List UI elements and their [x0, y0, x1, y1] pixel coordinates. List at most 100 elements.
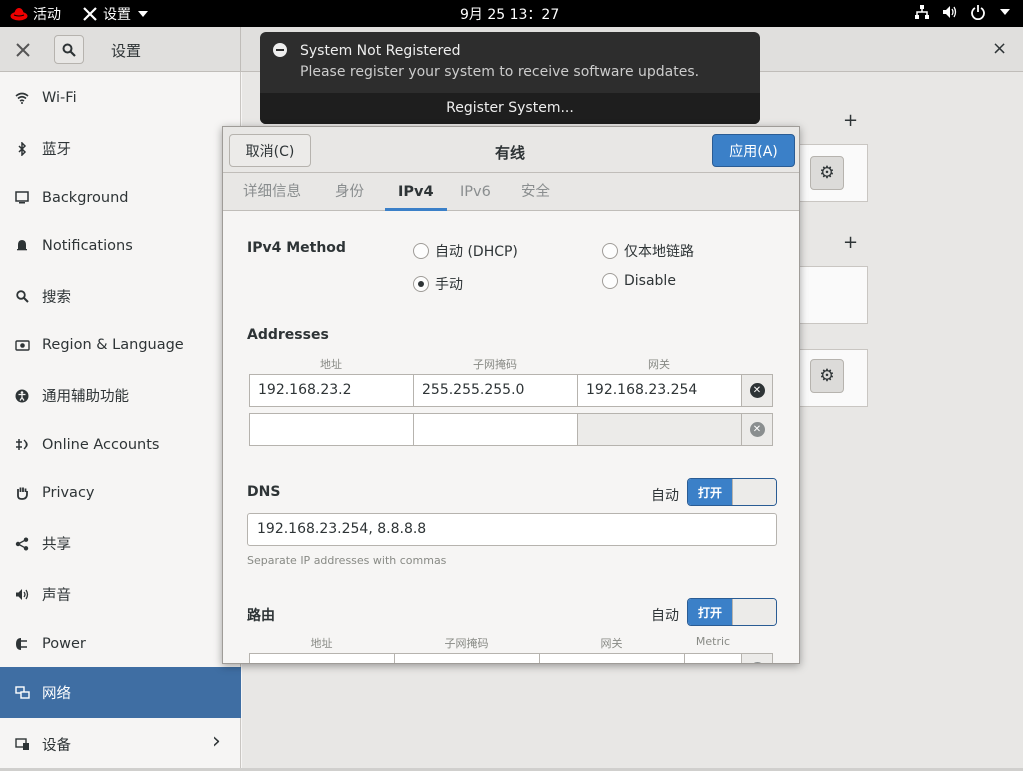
column-header-address: 地址	[320, 358, 342, 371]
notification-body: Please register your system to receive s…	[300, 64, 700, 80]
activities-label: 活动	[33, 7, 61, 23]
radio-auto-dhcp[interactable]: 自动 (DHCP)	[413, 241, 518, 261]
route-address-field[interactable]	[249, 653, 395, 663]
switch-on-label: 打开	[688, 479, 732, 505]
gateway-field[interactable]: 192.168.23.254	[577, 374, 742, 407]
sidebar-item-background[interactable]: Background	[0, 172, 241, 223]
power-icon	[971, 5, 985, 20]
delete-address-button[interactable]: ✕	[741, 413, 773, 446]
dns-auto-switch[interactable]: 打开	[687, 478, 777, 506]
column-header-netmask: 子网掩码	[444, 637, 489, 650]
online-accounts-icon	[14, 437, 30, 453]
sidebar-item-label: Online Accounts	[42, 436, 160, 453]
radio-disable[interactable]: Disable	[602, 273, 676, 289]
share-icon	[14, 536, 30, 552]
radio-link-local[interactable]: 仅本地链路	[602, 241, 694, 261]
sidebar-item-label: Region & Language	[42, 336, 184, 353]
bluetooth-icon	[14, 141, 30, 157]
netmask-field[interactable]	[413, 413, 578, 446]
radio-circle-selected	[413, 276, 429, 292]
search-button[interactable]	[54, 35, 84, 64]
route-gateway-field[interactable]	[539, 653, 685, 663]
sidebar-title: 设置	[111, 42, 142, 60]
gear-icon[interactable]: ⚙	[810, 156, 844, 190]
close-circle-icon: ✕	[749, 422, 765, 437]
dns-input[interactable]: 192.168.23.254, 8.8.8.8	[247, 513, 777, 546]
sidebar-item-online-accounts[interactable]: Online Accounts	[0, 419, 241, 470]
gear-icon[interactable]: ⚙	[810, 359, 844, 393]
close-icon[interactable]: ×	[992, 38, 1007, 59]
address-field[interactable]	[249, 413, 414, 446]
column-header-netmask: 子网掩码	[473, 358, 517, 371]
wifi-icon	[14, 90, 30, 106]
accessibility-icon	[14, 388, 30, 404]
sidebar-item-label: 网络	[42, 686, 71, 702]
add-vpn-icon[interactable]: +	[843, 232, 858, 253]
sidebar-item-region-language[interactable]: Region & Language	[0, 319, 241, 370]
delete-address-button[interactable]: ✕	[741, 374, 773, 407]
notification-title: System Not Registered	[300, 43, 461, 59]
sidebar-item-network[interactable]: 网络	[0, 667, 241, 718]
apply-button[interactable]: 应用(A)	[712, 134, 795, 167]
radio-label: 手动	[435, 277, 463, 293]
chevron-down-icon	[138, 11, 148, 17]
add-connection-icon[interactable]: +	[843, 110, 858, 131]
routes-auto-label: 自动	[651, 608, 679, 624]
hand-icon	[14, 485, 30, 501]
register-system-button[interactable]: Register System...	[260, 93, 760, 124]
dialog-title: 有线	[495, 144, 526, 162]
sidebar-item-label: Privacy	[42, 484, 95, 501]
tab-details[interactable]: 详细信息	[243, 173, 301, 211]
sidebar-item-wifi[interactable]: Wi-Fi	[0, 72, 241, 123]
tab-security[interactable]: 安全	[521, 173, 550, 211]
routes-auto-switch[interactable]: 打开	[687, 598, 777, 626]
notification-banner: System Not Registered Please register yo…	[260, 32, 760, 124]
sidebar-item-bluetooth[interactable]: 蓝牙	[0, 123, 241, 174]
route-netmask-field[interactable]	[394, 653, 540, 663]
tools-button[interactable]	[8, 35, 38, 64]
tab-ipv6[interactable]: IPv6	[460, 173, 491, 211]
tab-identity[interactable]: 身份	[335, 173, 364, 211]
sidebar-item-label: Background	[42, 189, 129, 206]
network-icon	[14, 685, 30, 701]
sidebar-item-search[interactable]: 搜索	[0, 271, 241, 322]
cancel-button[interactable]: 取消(C)	[229, 134, 311, 167]
volume-icon	[943, 6, 957, 18]
gateway-field[interactable]	[577, 413, 742, 446]
routes-label: 路由	[247, 608, 275, 624]
clock[interactable]: 9月 25 13：27	[460, 4, 559, 24]
dialog-tabs: 详细信息 身份 IPv4 IPv6 安全	[223, 173, 799, 211]
sidebar-item-label: Power	[42, 635, 86, 652]
tools-icon	[16, 42, 30, 57]
top-bar: 活动 设置 9月 25 13：27	[0, 0, 1023, 27]
netmask-field[interactable]: 255.255.255.0	[413, 374, 578, 407]
switch-knob	[732, 599, 776, 625]
sidebar-item-notifications[interactable]: Notifications	[0, 220, 241, 271]
sidebar-item-sound[interactable]: 声音	[0, 569, 241, 620]
switch-on-label: 打开	[688, 599, 732, 625]
close-circle-icon: ✕	[749, 383, 765, 398]
sidebar-item-label: 蓝牙	[42, 142, 71, 158]
sidebar-item-accessibility[interactable]: 通用辅助功能	[0, 370, 241, 421]
system-status-menu[interactable]	[914, 4, 1010, 20]
app-menu-label: 设置	[103, 7, 131, 23]
radio-label: 自动 (DHCP)	[435, 244, 518, 260]
sidebar-item-label: Notifications	[42, 237, 133, 254]
sidebar-item-power[interactable]: Power	[0, 618, 241, 669]
tab-ipv4[interactable]: IPv4	[385, 173, 447, 211]
sidebar-item-sharing[interactable]: 共享	[0, 518, 241, 569]
app-menu[interactable]: 设置	[82, 4, 148, 24]
route-metric-field[interactable]	[684, 653, 742, 663]
sidebar-item-privacy[interactable]: Privacy	[0, 467, 241, 518]
activities-button[interactable]: 活动	[10, 4, 61, 24]
sidebar-item-devices[interactable]: 设备 ›	[0, 719, 241, 770]
sidebar-item-label: 通用辅助功能	[42, 389, 129, 405]
delete-route-button[interactable]: ✕	[741, 653, 773, 663]
power-plug-icon	[14, 636, 30, 652]
address-field[interactable]: 192.168.23.2	[249, 374, 414, 407]
search-icon	[14, 289, 30, 305]
wired-network-icon	[915, 5, 929, 19]
radio-manual[interactable]: 手动	[413, 274, 463, 294]
search-icon	[62, 43, 76, 57]
radio-label: 仅本地链路	[624, 244, 694, 260]
